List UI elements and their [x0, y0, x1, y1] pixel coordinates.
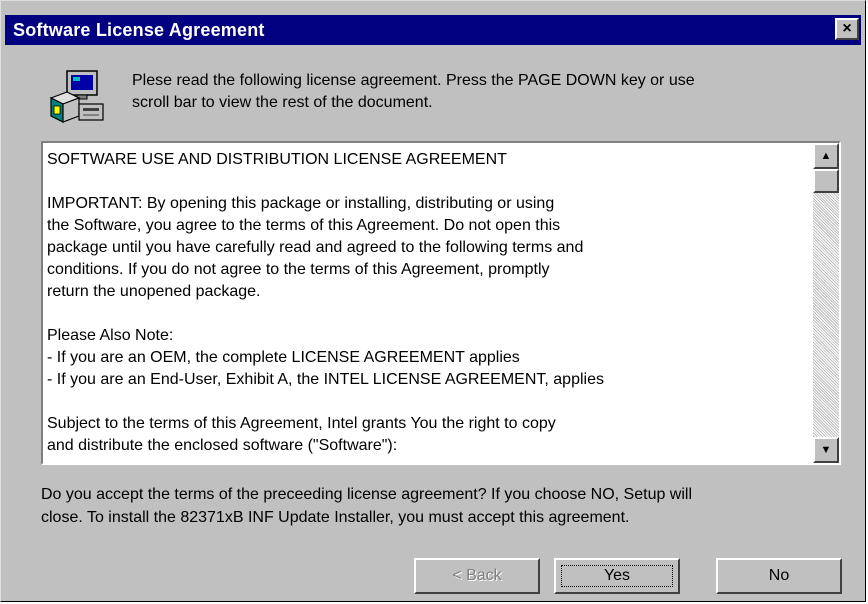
license-line: conditions. If you do not agree to the t… — [47, 261, 550, 278]
back-button-label: < Back — [452, 567, 502, 584]
yes-button-label: Yes — [603, 567, 631, 584]
vertical-scrollbar[interactable]: ▲ ▼ — [813, 143, 839, 463]
note-line: - If you are an OEM, the complete LICENS… — [47, 349, 520, 366]
license-line: IMPORTANT: By opening this package or in… — [47, 195, 555, 212]
back-button[interactable]: < Back — [414, 558, 540, 594]
arrow-up-icon: ▲ — [820, 150, 832, 162]
question-line: Do you accept the terms of the preceedin… — [41, 486, 693, 503]
no-button[interactable]: No — [716, 558, 842, 594]
accept-question: Do you accept the terms of the preceedin… — [41, 483, 861, 529]
scroll-down-button[interactable]: ▼ — [813, 437, 839, 463]
question-line: close. To install the 82371xB INF Update… — [41, 509, 630, 526]
scroll-up-button[interactable]: ▲ — [813, 143, 839, 169]
license-line: the Software, you agree to the terms of … — [47, 217, 561, 234]
intro-line: Plese read the following license agreeme… — [132, 72, 695, 89]
important-paragraph: IMPORTANT: By opening this package or in… — [47, 193, 807, 303]
close-button[interactable]: × — [835, 18, 859, 40]
setup-computer-icon — [49, 70, 104, 123]
yes-button[interactable]: Yes — [554, 558, 680, 594]
intro-line: scroll bar to view the rest of the docum… — [132, 94, 433, 111]
license-line: package until you have carefully read an… — [47, 239, 584, 256]
window-title: Software License Agreement — [13, 20, 265, 40]
intro-text: Plese read the following license agreeme… — [132, 70, 832, 114]
license-heading: SOFTWARE USE AND DISTRIBUTION LICENSE AG… — [47, 151, 507, 168]
license-line: return the unopened package. — [47, 283, 261, 300]
close-icon: × — [842, 20, 852, 37]
note-line: - If you are an End-User, Exhibit A, the… — [47, 371, 604, 388]
scroll-thumb[interactable] — [813, 169, 839, 193]
title-bar[interactable]: Software License Agreement × — [5, 15, 861, 45]
license-content: SOFTWARE USE AND DISTRIBUTION LICENSE AG… — [47, 149, 807, 457]
license-dialog: Software License Agreement × Plese read … — [0, 0, 866, 602]
license-text-area[interactable]: SOFTWARE USE AND DISTRIBUTION LICENSE AG… — [41, 141, 841, 465]
note-paragraph: Please Also Note: - If you are an OEM, t… — [47, 325, 807, 391]
no-button-label: No — [768, 567, 790, 584]
arrow-down-icon: ▼ — [820, 444, 832, 456]
license-line: Subject to the terms of this Agreement, … — [47, 415, 556, 432]
subject-paragraph: Subject to the terms of this Agreement, … — [47, 413, 807, 457]
license-line: and distribute the enclosed software ("S… — [47, 437, 398, 454]
note-heading: Please Also Note: — [47, 327, 174, 344]
